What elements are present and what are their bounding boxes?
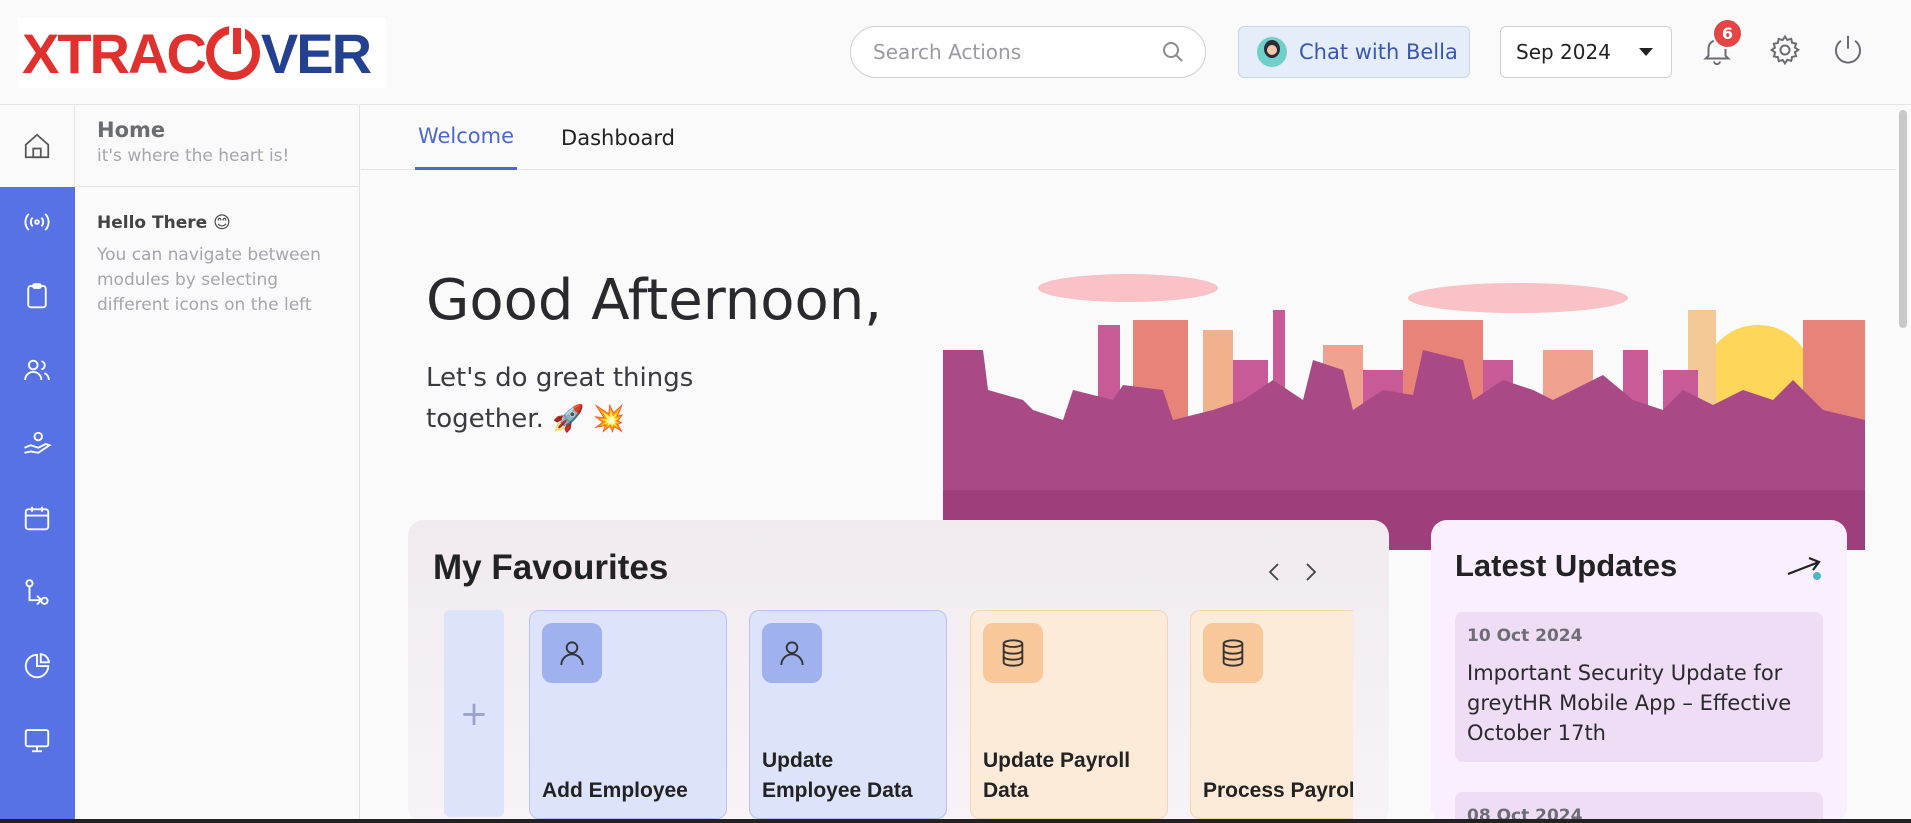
settings-button[interactable] (1765, 30, 1805, 70)
tab-dashboard[interactable]: Dashboard (557, 105, 679, 170)
module-rail (0, 187, 75, 823)
greeting-subtext: Let's do great things together. 🚀 💥 (426, 363, 694, 434)
logo-text-blue: VER (260, 21, 372, 85)
search-icon[interactable] (1161, 40, 1185, 64)
top-header: XTRAC VER Search Actions Chat with Bella… (0, 0, 1911, 105)
search-placeholder: Search Actions (873, 40, 1022, 64)
window-bottom-edge (0, 819, 1911, 823)
broadcast-icon (24, 213, 50, 231)
clipboard-icon (27, 283, 47, 309)
favourite-tile-update-employee-data[interactable]: Update Employee Data (749, 610, 947, 819)
add-favourite-button[interactable]: + (444, 610, 504, 817)
logo-power-icon (205, 24, 260, 80)
user-icon (780, 641, 804, 666)
gear-icon (1769, 34, 1801, 66)
favourite-tile-update-payroll-data[interactable]: Update Payroll Data (970, 610, 1168, 819)
user-icon (560, 641, 584, 666)
rail-reports[interactable] (20, 649, 54, 683)
subpanel-tagline: it's where the heart is! (97, 146, 290, 166)
rail-broadcast[interactable] (20, 205, 54, 239)
hello-body: You can navigate between modules by sele… (97, 245, 321, 315)
tile-label: Process Payroll (1203, 779, 1353, 802)
subpanel-header: Home it's where the heart is! (75, 105, 359, 187)
home-icon (24, 133, 50, 159)
monitor-icon (24, 729, 50, 753)
chat-button-label: Chat with Bella (1299, 40, 1458, 64)
update-date: 10 Oct 2024 (1467, 626, 1583, 646)
favourites-card: My Favourites + Add Employee Update Empl… (408, 520, 1389, 823)
notification-count-badge: 6 (1712, 18, 1743, 49)
power-icon (1834, 35, 1862, 64)
search-input[interactable]: Search Actions (850, 26, 1206, 78)
calendar-icon (24, 506, 50, 531)
tile-label: Add Employee (542, 779, 688, 802)
update-item[interactable]: 10 Oct 2024 Important Security Update fo… (1455, 612, 1823, 762)
users-icon (24, 359, 50, 381)
hello-title: Hello There 😊 (97, 213, 231, 233)
company-logo[interactable]: XTRAC VER (18, 18, 386, 88)
subpanel-title: Home (97, 118, 166, 142)
bella-avatar-icon (1257, 37, 1287, 67)
scrollbar-thumb[interactable] (1899, 110, 1907, 328)
tile-label: Update Payroll Data (983, 749, 1131, 802)
rail-employees[interactable] (20, 353, 54, 387)
rail-home[interactable] (0, 105, 75, 187)
favourite-tile-process-payroll[interactable]: Process Payroll (1190, 610, 1353, 819)
hello-section: Hello There 😊 You can navigate between m… (75, 187, 359, 318)
rail-leave[interactable] (20, 501, 54, 535)
module-subpanel: Home it's where the heart is! Hello Ther… (75, 105, 360, 823)
database-icon (1002, 639, 1024, 667)
tile-label: Update Employee Data (762, 749, 913, 802)
database-icon (1222, 639, 1244, 667)
latest-updates-title: Latest Updates (1455, 548, 1678, 583)
rail-desktop[interactable] (20, 723, 54, 757)
rail-clipboard[interactable] (20, 279, 54, 313)
pie-chart-icon (24, 653, 50, 679)
greeting-heading: Good Afternoon, (426, 268, 883, 333)
update-text: Important Security Update for greytHR Mo… (1467, 661, 1792, 745)
hand-care-icon (24, 431, 52, 454)
favourites-carousel: + Add Employee Update Employee Data Upda… (408, 520, 1353, 823)
rail-workflow[interactable] (20, 575, 54, 609)
logout-button[interactable] (1828, 30, 1868, 70)
favourite-tile-add-employee[interactable]: Add Employee (529, 610, 727, 819)
tab-bar: Welcome Dashboard (361, 105, 1911, 170)
latest-updates-card: Latest Updates 10 Oct 2024 Important Sec… (1431, 520, 1847, 823)
workflow-icon (25, 579, 49, 606)
rail-payroll[interactable] (20, 427, 54, 461)
plus-icon: + (459, 693, 489, 734)
city-skyline-illustration (943, 274, 1865, 550)
logo-text-red: XTRAC (22, 21, 207, 85)
month-select[interactable]: Sep 2024 (1500, 26, 1672, 78)
tab-welcome[interactable]: Welcome (415, 105, 517, 170)
caret-down-icon (1639, 48, 1653, 56)
arrow-right-icon[interactable] (1785, 552, 1825, 584)
month-select-value: Sep 2024 (1516, 40, 1611, 64)
chat-with-bella-button[interactable]: Chat with Bella (1238, 26, 1470, 78)
